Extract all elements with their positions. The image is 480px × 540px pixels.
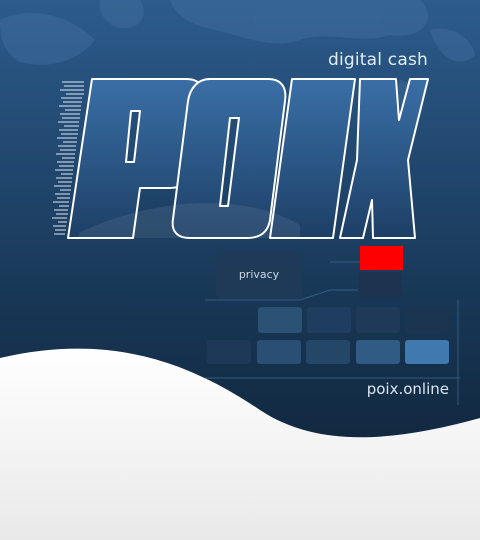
red-accent-block <box>360 246 403 270</box>
cover-graphic: digital cash privacy poix.online <box>0 0 480 540</box>
tagline: digital cash <box>327 50 428 70</box>
privacy-label: privacy <box>238 268 280 281</box>
website-url: poix.online <box>366 380 449 398</box>
